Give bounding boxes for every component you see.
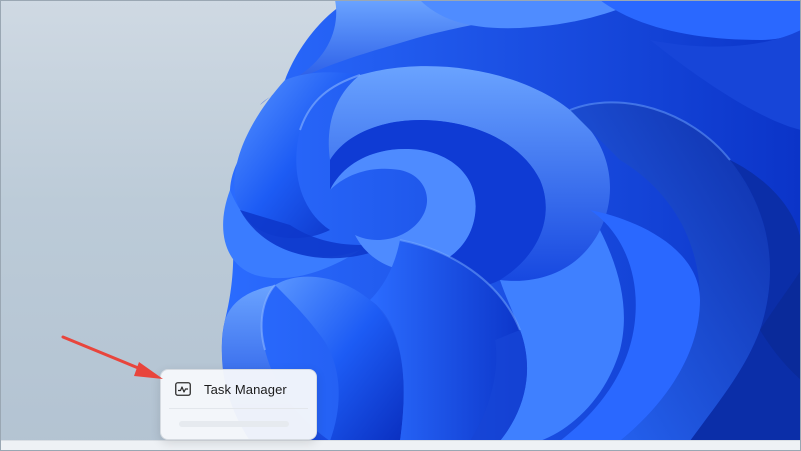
menu-item-faded[interactable]	[165, 412, 312, 436]
wallpaper-bloom	[221, 0, 801, 441]
taskbar-context-menu: Task Manager	[160, 369, 317, 440]
faded-menu-text	[179, 421, 289, 427]
menu-item-task-manager[interactable]: Task Manager	[165, 374, 312, 404]
taskbar	[0, 440, 801, 451]
desktop: Task Manager	[0, 0, 801, 451]
menu-separator	[169, 408, 308, 409]
task-manager-icon	[175, 382, 191, 396]
menu-item-label: Task Manager	[204, 381, 287, 397]
